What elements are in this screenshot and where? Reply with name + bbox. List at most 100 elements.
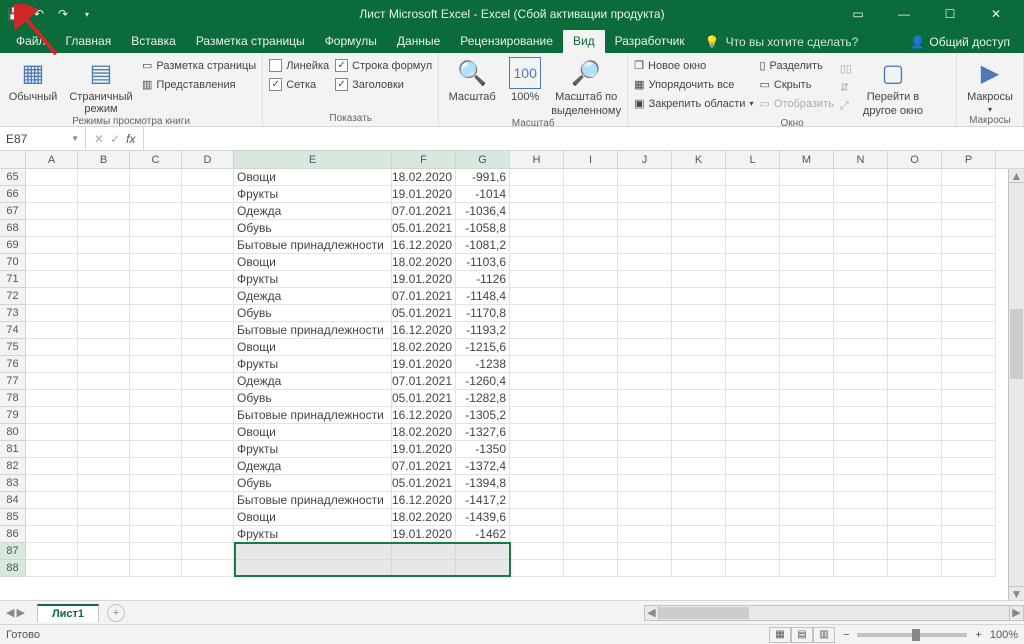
formulabar-checkbox[interactable] [335, 59, 348, 72]
cell-C65[interactable] [130, 169, 182, 186]
col-header-D[interactable]: D [182, 151, 234, 168]
cell-A66[interactable] [26, 186, 78, 203]
cell-K71[interactable] [672, 271, 726, 288]
tab-scroll-right-icon[interactable]: ▶ [16, 606, 24, 619]
cell-P67[interactable] [942, 203, 996, 220]
cell-E78[interactable]: Обувь [234, 390, 392, 407]
cell-E83[interactable]: Обувь [234, 475, 392, 492]
cell-A75[interactable] [26, 339, 78, 356]
cell-O67[interactable] [888, 203, 942, 220]
cell-H70[interactable] [510, 254, 564, 271]
cancel-formula-icon[interactable]: ✕ [94, 132, 104, 146]
cell-F67[interactable]: 07.01.2021 [392, 203, 456, 220]
grid-rows[interactable]: 65Овощи18.02.2020-991,666Фрукты19.01.202… [0, 169, 1024, 577]
cell-K65[interactable] [672, 169, 726, 186]
cell-M66[interactable] [780, 186, 834, 203]
tab-insert[interactable]: Вставка [121, 30, 186, 53]
cell-N76[interactable] [834, 356, 888, 373]
cell-D78[interactable] [182, 390, 234, 407]
cell-O83[interactable] [888, 475, 942, 492]
cell-K86[interactable] [672, 526, 726, 543]
cell-D71[interactable] [182, 271, 234, 288]
cell-I74[interactable] [564, 322, 618, 339]
cell-H87[interactable] [510, 543, 564, 560]
tab-data[interactable]: Данные [387, 30, 450, 53]
cell-F88[interactable] [392, 560, 456, 577]
tab-view[interactable]: Вид [563, 30, 605, 53]
cell-I85[interactable] [564, 509, 618, 526]
cell-K72[interactable] [672, 288, 726, 305]
cell-I73[interactable] [564, 305, 618, 322]
cell-N74[interactable] [834, 322, 888, 339]
cell-F72[interactable]: 07.01.2021 [392, 288, 456, 305]
cell-E69[interactable]: Бытовые принадлежности [234, 237, 392, 254]
cell-H78[interactable] [510, 390, 564, 407]
cell-C68[interactable] [130, 220, 182, 237]
cell-E71[interactable]: Фрукты [234, 271, 392, 288]
switch-windows-button[interactable]: ▢ Перейти в другое окно [858, 55, 928, 117]
cell-P80[interactable] [942, 424, 996, 441]
cell-C84[interactable] [130, 492, 182, 509]
cell-O81[interactable] [888, 441, 942, 458]
cell-C71[interactable] [130, 271, 182, 288]
cell-L66[interactable] [726, 186, 780, 203]
row-header-87[interactable]: 87 [0, 543, 26, 560]
cell-H83[interactable] [510, 475, 564, 492]
cell-K82[interactable] [672, 458, 726, 475]
cell-M78[interactable] [780, 390, 834, 407]
cell-L86[interactable] [726, 526, 780, 543]
cell-H75[interactable] [510, 339, 564, 356]
cell-M74[interactable] [780, 322, 834, 339]
cell-J78[interactable] [618, 390, 672, 407]
cell-O74[interactable] [888, 322, 942, 339]
cell-C72[interactable] [130, 288, 182, 305]
cell-D72[interactable] [182, 288, 234, 305]
cell-L84[interactable] [726, 492, 780, 509]
cell-B71[interactable] [78, 271, 130, 288]
cell-K76[interactable] [672, 356, 726, 373]
row-header-86[interactable]: 86 [0, 526, 26, 543]
cell-P85[interactable] [942, 509, 996, 526]
cell-H68[interactable] [510, 220, 564, 237]
cell-O82[interactable] [888, 458, 942, 475]
cell-L76[interactable] [726, 356, 780, 373]
vertical-scrollbar[interactable]: ▲ ▼ [1008, 169, 1024, 600]
cell-G70[interactable]: -1103,6 [456, 254, 510, 271]
cell-H86[interactable] [510, 526, 564, 543]
cell-J83[interactable] [618, 475, 672, 492]
cell-A67[interactable] [26, 203, 78, 220]
cell-L87[interactable] [726, 543, 780, 560]
undo-icon[interactable]: ↶ [30, 5, 48, 23]
formula-input[interactable] [144, 127, 1024, 150]
row-header-83[interactable]: 83 [0, 475, 26, 492]
cell-C87[interactable] [130, 543, 182, 560]
cell-P65[interactable] [942, 169, 996, 186]
cell-G81[interactable]: -1350 [456, 441, 510, 458]
cell-P88[interactable] [942, 560, 996, 577]
cell-B75[interactable] [78, 339, 130, 356]
cell-I86[interactable] [564, 526, 618, 543]
cell-N85[interactable] [834, 509, 888, 526]
cell-G79[interactable]: -1305,2 [456, 407, 510, 424]
cell-M73[interactable] [780, 305, 834, 322]
cell-D83[interactable] [182, 475, 234, 492]
cell-J71[interactable] [618, 271, 672, 288]
cell-O66[interactable] [888, 186, 942, 203]
cell-K84[interactable] [672, 492, 726, 509]
cell-O71[interactable] [888, 271, 942, 288]
cell-H65[interactable] [510, 169, 564, 186]
cell-D86[interactable] [182, 526, 234, 543]
cell-J81[interactable] [618, 441, 672, 458]
cell-P87[interactable] [942, 543, 996, 560]
cell-O75[interactable] [888, 339, 942, 356]
cell-B69[interactable] [78, 237, 130, 254]
zoom-out-button[interactable]: − [843, 629, 849, 641]
cell-E84[interactable]: Бытовые принадлежности [234, 492, 392, 509]
cell-K66[interactable] [672, 186, 726, 203]
cell-D69[interactable] [182, 237, 234, 254]
cell-L74[interactable] [726, 322, 780, 339]
cell-F73[interactable]: 05.01.2021 [392, 305, 456, 322]
cell-F86[interactable]: 19.01.2020 [392, 526, 456, 543]
cell-B85[interactable] [78, 509, 130, 526]
cell-H66[interactable] [510, 186, 564, 203]
